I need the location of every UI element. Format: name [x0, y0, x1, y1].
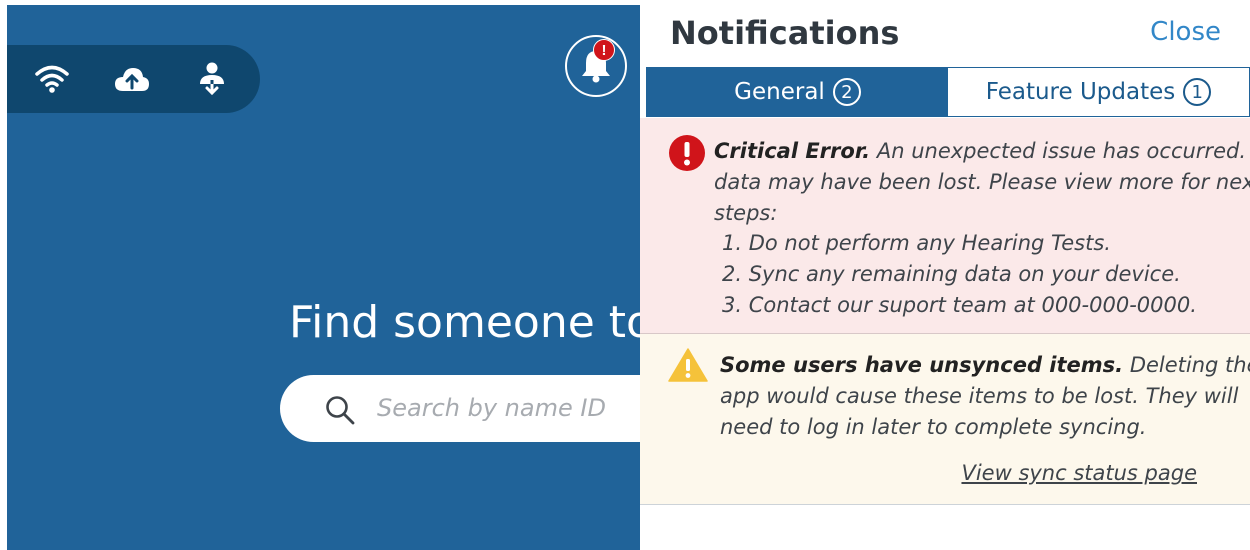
user-sync-icon[interactable]	[194, 61, 230, 97]
error-text: steps:	[714, 201, 778, 225]
main-area: ! Find someone to	[7, 5, 640, 550]
tab-general[interactable]: General 2	[647, 68, 948, 116]
tab-count-badge: 2	[832, 78, 861, 106]
list-item: 3. Contact our suport team at 000-000-00…	[722, 293, 1197, 317]
error-text: An unexpected issue has occurred. Your	[876, 139, 1250, 163]
search-icon	[325, 395, 355, 430]
unsynced-warning-notification: Some users have unsynced items. Deleting…	[640, 334, 1250, 505]
warning-text: app would cause these items to be lost. …	[720, 384, 1239, 408]
view-sync-status-link[interactable]: View sync status page	[961, 461, 1197, 485]
close-button[interactable]: Close	[1150, 17, 1221, 47]
warning-text: need to log in later to complete syncing…	[720, 415, 1147, 439]
status-bar	[7, 45, 260, 113]
wifi-icon[interactable]	[34, 61, 70, 97]
error-text: data may have been lost. Please view mor…	[714, 170, 1250, 194]
search-box[interactable]	[280, 375, 640, 442]
critical-error-notification: Critical Error. An unexpected issue has …	[640, 118, 1250, 334]
notification-tabs: General 2 Feature Updates 1	[646, 67, 1250, 117]
list-item: 1. Do not perform any Hearing Tests.	[722, 231, 1111, 255]
list-item: 2. Sync any remaining data on your devic…	[722, 262, 1181, 286]
tab-label: Feature Updates	[985, 79, 1176, 105]
tab-feature-updates[interactable]: Feature Updates 1	[948, 68, 1249, 116]
warning-title: Some users have unsynced items.	[720, 353, 1124, 377]
page-headline: Find someone to	[289, 297, 640, 348]
search-input[interactable]	[375, 393, 639, 423]
error-icon	[669, 135, 705, 176]
notification-badge: !	[593, 39, 615, 61]
panel-title: Notifications	[670, 14, 900, 52]
error-title: Critical Error.	[714, 139, 871, 163]
error-message: Critical Error. An unexpected issue has …	[714, 136, 1250, 229]
cloud-upload-icon[interactable]	[114, 61, 150, 97]
warning-icon	[668, 348, 708, 387]
warning-text: Deleting the	[1129, 353, 1250, 377]
warning-message: Some users have unsynced items. Deleting…	[720, 350, 1250, 443]
notifications-panel: Notifications Close General 2 Feature Up…	[640, 0, 1250, 550]
tab-label: General	[734, 79, 825, 105]
tab-count-badge: 1	[1183, 78, 1212, 106]
error-steps-list: 1. Do not perform any Hearing Tests. 2. …	[722, 228, 1197, 321]
